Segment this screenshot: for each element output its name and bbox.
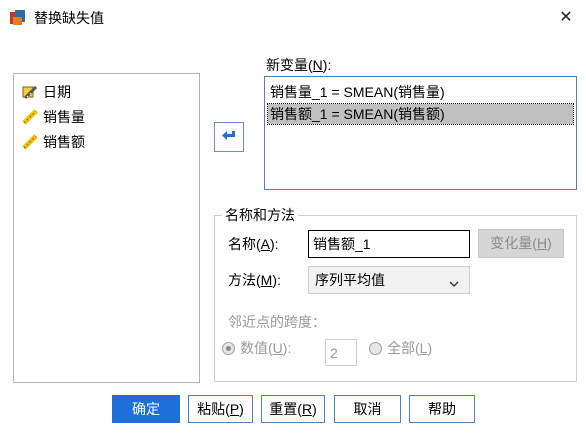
ok-button[interactable]: 确定 bbox=[112, 395, 180, 423]
radio-number[interactable]: 数值(U): bbox=[222, 338, 291, 358]
radio-all[interactable]: 全部(L) bbox=[369, 338, 432, 358]
calendar-ruler-icon bbox=[21, 83, 39, 101]
radio-number-indicator[interactable] bbox=[222, 341, 235, 355]
list-item-label: 销售量 bbox=[43, 109, 85, 125]
source-variable-list[interactable]: 日期 销售量 销售额 bbox=[13, 73, 200, 383]
close-icon: ✕ bbox=[559, 9, 573, 26]
help-button[interactable]: 帮助 bbox=[409, 395, 475, 423]
name-method-group-title: 名称和方法 bbox=[222, 207, 298, 224]
ruler-scale-icon bbox=[21, 108, 39, 126]
span-number-input[interactable]: 2 bbox=[325, 339, 357, 366]
ruler-scale-icon bbox=[21, 133, 39, 151]
move-variable-button[interactable] bbox=[214, 122, 244, 152]
list-item[interactable]: 销售量 bbox=[21, 107, 85, 127]
chevron-down-icon bbox=[449, 275, 459, 287]
new-variable-row[interactable]: 销售量_1 = SMEAN(销售量) bbox=[268, 82, 573, 102]
window-title: 替换缺失值 bbox=[34, 10, 104, 26]
new-variables-list[interactable]: 销售量_1 = SMEAN(销售量) 销售额_1 = SMEAN(销售额) bbox=[264, 76, 577, 190]
list-item-label: 销售额 bbox=[43, 134, 85, 150]
list-item[interactable]: 销售额 bbox=[21, 132, 85, 152]
name-label: 名称(A): bbox=[228, 236, 279, 252]
radio-all-label: 全部(L) bbox=[387, 340, 433, 356]
radio-all-indicator[interactable] bbox=[369, 341, 382, 355]
method-select[interactable]: 序列平均值 bbox=[308, 266, 470, 294]
span-label: 邻近点的跨度： bbox=[228, 314, 326, 330]
name-input[interactable]: 销售额_1 bbox=[308, 230, 470, 258]
method-label: 方法(M): bbox=[228, 272, 281, 288]
app-icon bbox=[9, 9, 27, 27]
method-select-value: 序列平均值 bbox=[315, 272, 385, 288]
reset-button[interactable]: 重置(R) bbox=[261, 395, 325, 423]
radio-number-label: 数值(U): bbox=[240, 340, 292, 356]
list-item[interactable]: 日期 bbox=[21, 82, 71, 102]
paste-button[interactable]: 粘贴(P) bbox=[188, 395, 253, 423]
change-button[interactable]: 变化量(H) bbox=[478, 229, 564, 258]
list-item-label: 日期 bbox=[43, 84, 71, 100]
new-variables-label: 新变量(N): bbox=[266, 57, 332, 73]
new-variable-row-selected[interactable]: 销售额_1 = SMEAN(销售额) bbox=[267, 103, 574, 125]
arrow-left-icon bbox=[221, 129, 237, 146]
cancel-button[interactable]: 取消 bbox=[334, 395, 401, 423]
close-button[interactable]: ✕ bbox=[553, 6, 579, 30]
